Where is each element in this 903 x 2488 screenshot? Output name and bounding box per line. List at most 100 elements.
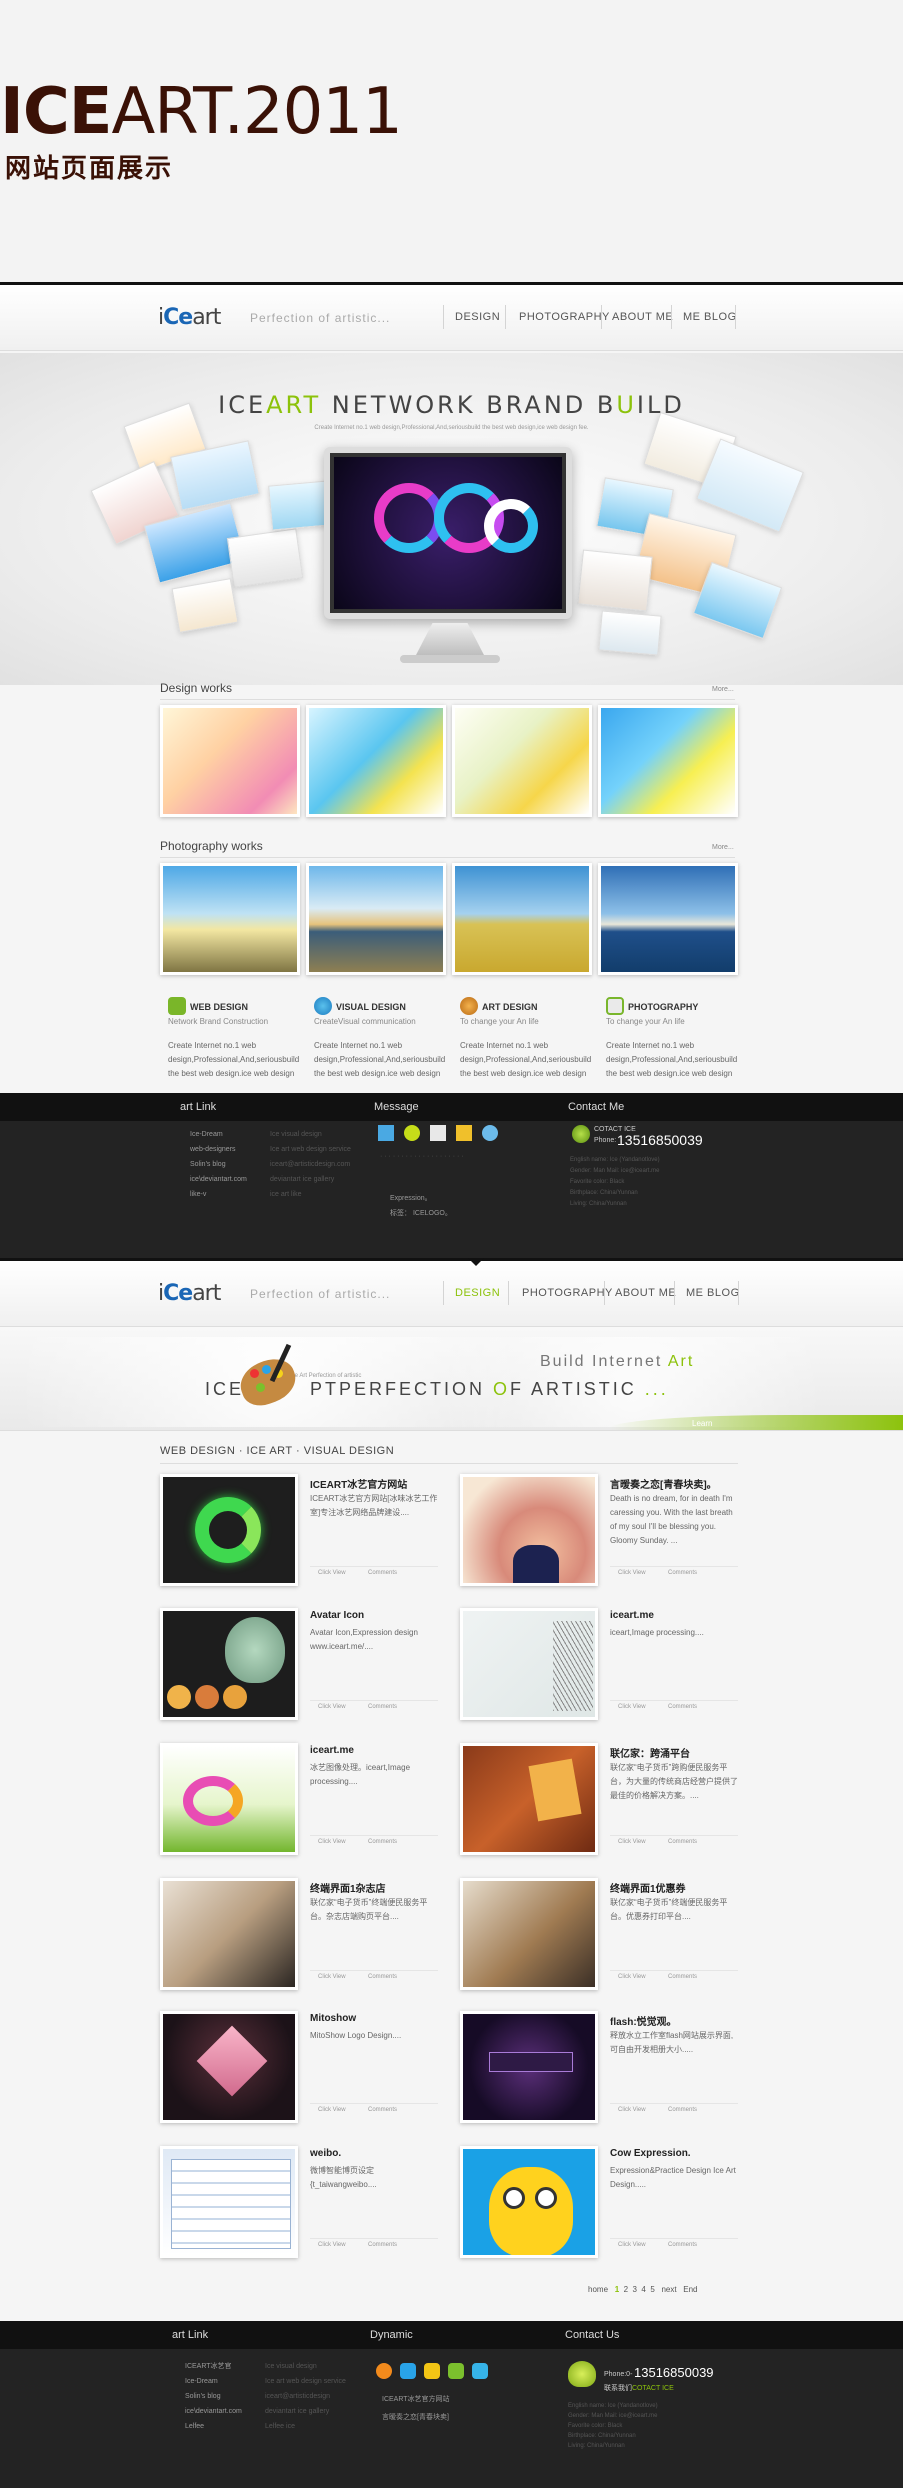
item-thumbnail[interactable] [160,2011,298,2123]
footer-link[interactable]: Solin's blog [190,1157,247,1172]
item-thumbnail[interactable] [460,1743,598,1855]
app-icon[interactable] [448,2363,464,2379]
pager-next[interactable]: next [661,2285,676,2294]
photo-thumb[interactable] [598,863,738,975]
item-title[interactable]: iceart.me [610,1610,740,1621]
comments-link[interactable]: Comments [668,1839,697,1845]
item-thumbnail[interactable] [160,1608,298,1720]
item-title[interactable]: iceart.me [310,1745,440,1756]
dynamic-line[interactable]: ICEART冰艺官方网站 [382,2391,450,2409]
click-view-link[interactable]: Click View [618,1839,646,1845]
more-link[interactable]: More... [712,686,734,693]
pager-page[interactable]: 3 [633,2285,637,2294]
footer-link[interactable]: Solin's blog [185,2389,242,2404]
design-thumb[interactable] [306,705,446,817]
app-icon[interactable] [404,1125,420,1141]
nav-design[interactable]: DESIGN [455,311,500,323]
design-thumb[interactable] [598,705,738,817]
footer-link[interactable]: Ice-Dream [190,1127,247,1142]
click-view-link[interactable]: Click View [318,1839,346,1845]
nav-about-me[interactable]: ABOUT ME [612,311,673,323]
click-view-link[interactable]: Click View [618,1570,646,1576]
learn-link[interactable]: Learn [692,1419,712,1428]
item-thumbnail[interactable] [460,2146,598,2258]
nav-me-blog[interactable]: ME BLOG [686,1287,740,1299]
dynamic-line[interactable]: 言暧奏之恋[青春块卖] [382,2409,450,2427]
app-icon[interactable] [400,2363,416,2379]
nav-design[interactable]: DESIGN [455,1287,500,1299]
item-title[interactable]: 言暧奏之恋[青春块卖]。 [610,1476,740,1491]
click-view-link[interactable]: Click View [318,2242,346,2248]
pager-page[interactable]: 5 [650,2285,654,2294]
pager-page[interactable]: 4 [641,2285,645,2294]
click-view-link[interactable]: Click View [318,2107,346,2113]
portfolio-item[interactable]: iceart.me iceart,Image processing.... Cl… [460,1608,740,1724]
nav-me-blog[interactable]: ME BLOG [683,311,737,323]
item-thumbnail[interactable] [160,1878,298,1990]
click-view-link[interactable]: Click View [618,1704,646,1710]
click-view-link[interactable]: Click View [318,1570,346,1576]
portfolio-item[interactable]: Mitoshow MitoShow Logo Design.... Click … [160,2011,440,2127]
item-thumbnail[interactable] [160,1743,298,1855]
footer-link[interactable]: ice\deviantart.com [185,2404,242,2419]
pager-home[interactable]: home [588,2285,608,2294]
comments-link[interactable]: Comments [668,1570,697,1576]
click-view-link[interactable]: Click View [618,1974,646,1980]
design-thumb[interactable] [160,705,300,817]
item-title[interactable]: weibo. [310,2148,440,2159]
photo-thumb[interactable] [160,863,300,975]
footer-link[interactable]: Ice-Dream [185,2374,242,2389]
item-thumbnail[interactable] [160,2146,298,2258]
portfolio-item[interactable]: 联亿家：跨涌平台 联亿家“电子货币”跨购便民服务平台，为大量的传统商店经营户提供… [460,1743,740,1859]
nav-photography[interactable]: PHOTOGRAPHY [519,311,610,323]
more-link[interactable]: More... [712,844,734,851]
click-view-link[interactable]: Click View [318,1704,346,1710]
logo[interactable]: iCeart [158,1281,221,1306]
design-thumb[interactable] [452,705,592,817]
item-thumbnail[interactable] [460,1878,598,1990]
comments-link[interactable]: Comments [368,1570,397,1576]
pager-end[interactable]: End [683,2285,697,2294]
footer-link[interactable]: like-v [190,1187,247,1202]
portfolio-item[interactable]: Cow Expression. Expression&Practice Desi… [460,2146,740,2262]
footer-link[interactable]: ICEART冰艺官 [185,2359,242,2374]
portfolio-item[interactable]: 终端界面1优惠券 联亿家“电子货币”终端便民服务平台。优惠券打印平台.... C… [460,1878,740,1994]
click-view-link[interactable]: Click View [318,1974,346,1980]
globe-icon[interactable] [482,1125,498,1141]
pager-page[interactable]: 2 [624,2285,628,2294]
weibo-icon[interactable] [376,2363,392,2379]
comments-link[interactable]: Comments [368,1704,397,1710]
portfolio-item[interactable]: 言暧奏之恋[青春块卖]。 Death is no dream, for in d… [460,1474,740,1590]
nav-about-me[interactable]: ABOUT ME [615,1287,676,1299]
portfolio-item[interactable]: iceart.me 冰艺图像处理。iceart,Image processing… [160,1743,440,1859]
footer-link[interactable]: web-designers [190,1142,247,1157]
item-title[interactable]: Cow Expression. [610,2148,740,2159]
portfolio-item[interactable]: flash:悦觉观。 释放水立工作室flash网站展示界面,可自由开发相册大小.… [460,2011,740,2127]
document-icon[interactable] [430,1125,446,1141]
item-thumbnail[interactable] [460,1474,598,1586]
photo-thumb[interactable] [452,863,592,975]
comments-link[interactable]: Comments [368,2107,397,2113]
item-title[interactable]: 联亿家：跨涌平台 [610,1745,740,1760]
item-title[interactable]: ICEART冰艺官方网站 [310,1476,440,1491]
footer-link[interactable]: Lelfee [185,2419,242,2434]
app-icon[interactable] [456,1125,472,1141]
click-view-link[interactable]: Click View [618,2242,646,2248]
comments-link[interactable]: Comments [668,2107,697,2113]
item-thumbnail[interactable] [160,1474,298,1586]
comments-link[interactable]: Comments [668,2242,697,2248]
click-view-link[interactable]: Click View [618,2107,646,2113]
app-icon[interactable] [472,2363,488,2379]
comments-link[interactable]: Comments [368,1974,397,1980]
item-title[interactable]: Mitoshow [310,2013,440,2024]
comments-link[interactable]: Comments [368,2242,397,2248]
comments-link[interactable]: Comments [368,1839,397,1845]
portfolio-item[interactable]: ICEART冰艺官方网站 ICEART冰艺官方网站[冰味冰艺工作室]专注冰艺网络… [160,1474,440,1590]
pager-page[interactable]: 1 [615,2285,619,2294]
comments-link[interactable]: Comments [668,1704,697,1710]
portfolio-item[interactable]: weibo. 微博智能博页设定 {t_taiwangweibo.... Clic… [160,2146,440,2262]
item-title[interactable]: 终端界面1优惠券 [610,1880,740,1895]
photo-thumb[interactable] [306,863,446,975]
comments-link[interactable]: Comments [668,1974,697,1980]
item-title[interactable]: flash:悦觉观。 [610,2013,740,2028]
